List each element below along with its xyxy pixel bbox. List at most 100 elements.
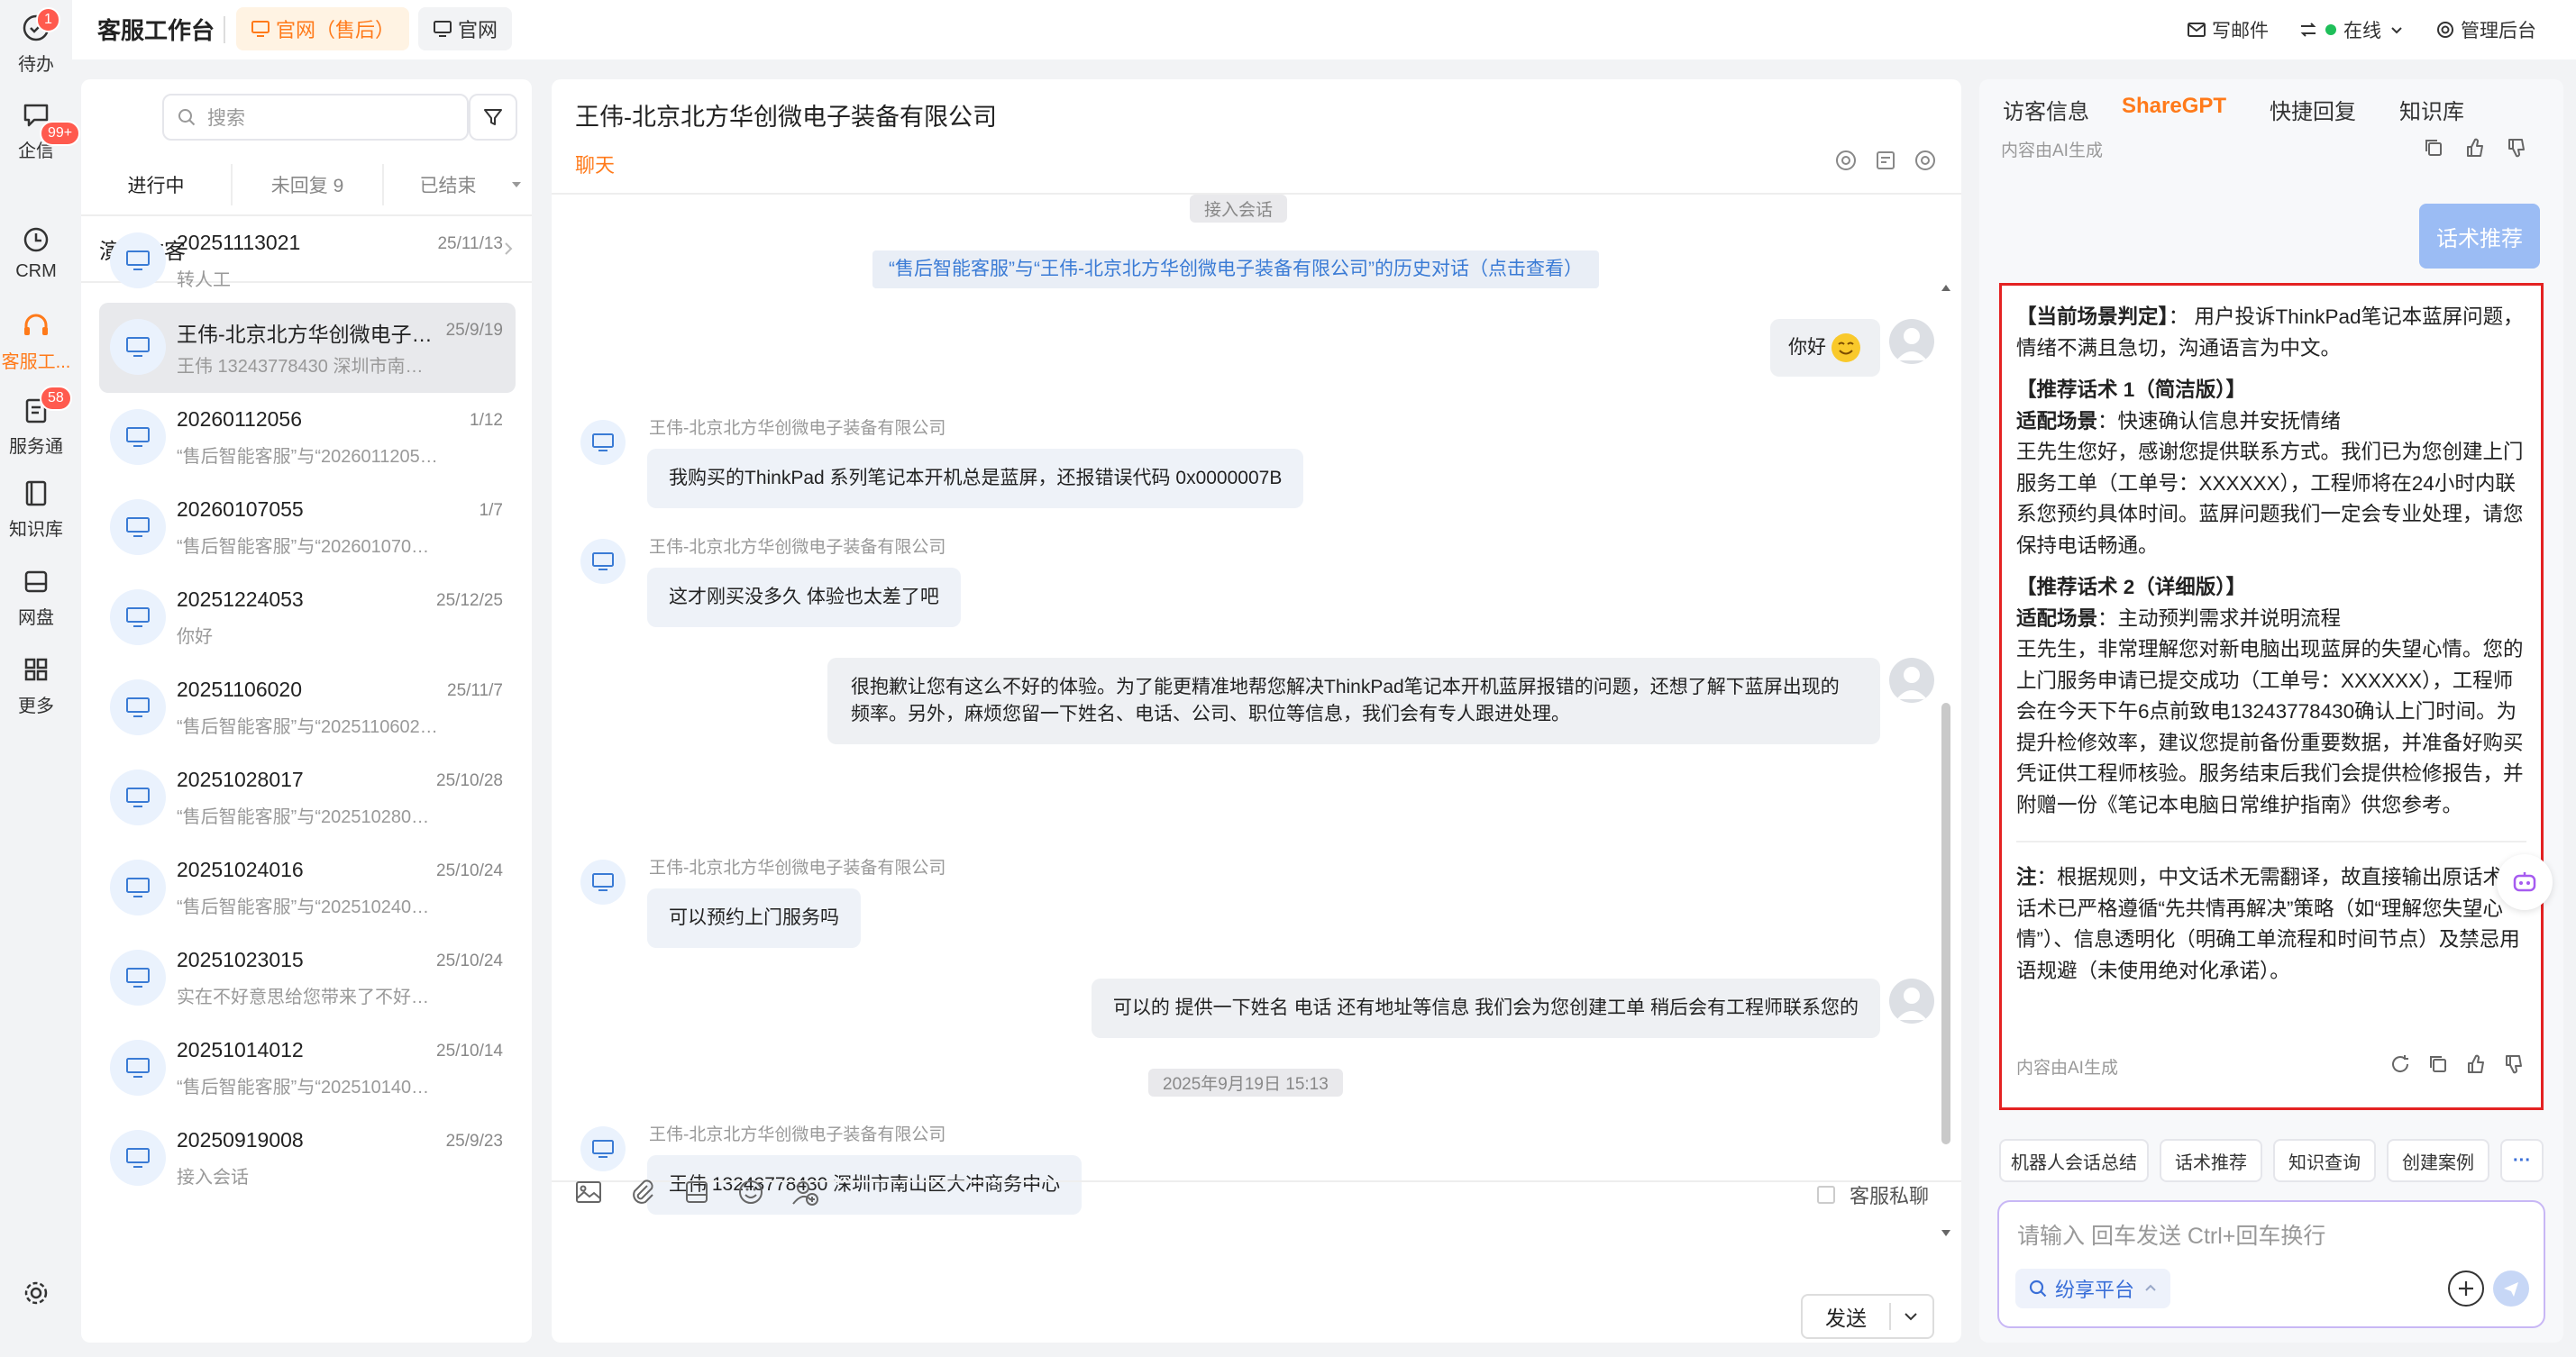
copy-icon[interactable]	[2427, 1053, 2449, 1075]
conversation-item[interactable]: 20260112056 1/12 “售后智能客服”与“20260112056”的历史…	[99, 393, 516, 483]
refresh-icon[interactable]	[2389, 1053, 2411, 1075]
ai-send-button[interactable]	[2493, 1270, 2529, 1307]
rail-item-service-desk[interactable]: 客服工...	[0, 297, 72, 384]
thumbs-up-icon[interactable]	[2465, 1053, 2487, 1075]
thumbs-up-icon[interactable]	[2464, 137, 2486, 159]
conversation-name: 20251113021	[177, 231, 301, 254]
tab-official-aftersales[interactable]: 官网（售后）	[236, 7, 410, 50]
settings-icon[interactable]	[1913, 148, 1938, 173]
note-label: 注	[2016, 866, 2037, 888]
rail-item-settings[interactable]	[0, 1252, 72, 1339]
ai-input-box[interactable]: 请输入 回车发送 Ctrl+回车换行 纷享平台	[1997, 1200, 2545, 1328]
script-suggest-button[interactable]: 话术推荐	[2160, 1139, 2262, 1182]
conversation-date: 25/10/14	[436, 1042, 503, 1061]
scroll-thumb[interactable]	[1941, 703, 1950, 1144]
add-button[interactable]	[2448, 1270, 2484, 1307]
knowledge-query-button[interactable]: 知识查询	[2273, 1139, 2376, 1182]
chevron-down-icon[interactable]	[1902, 1307, 1920, 1325]
fit-text: ：快速确认信息并安抚情绪	[2097, 409, 2342, 433]
rail-item-chat[interactable]: 企信 99+	[0, 87, 81, 173]
image-icon[interactable]	[573, 1177, 604, 1207]
more-actions-button[interactable]: ···	[2500, 1139, 2544, 1182]
conversation-item[interactable]: 20250919008 25/9/23 接入会话	[99, 1114, 516, 1204]
script-2-title-text: 【推荐话术 2（详细版）】	[2016, 576, 2247, 598]
conversation-item[interactable]: 王伟-北京北方华创微电子装备有限公司 25/9/19 王伟 13243778430 …	[99, 303, 516, 393]
tab-knowledge[interactable]: 知识库	[2399, 94, 2464, 125]
search-icon	[2029, 1280, 2047, 1298]
private-chat-toggle[interactable]: 客服私聊	[1816, 1180, 1929, 1209]
rail-item-crm[interactable]: CRM	[0, 209, 72, 296]
private-chat-checkbox[interactable]	[1816, 1186, 1835, 1204]
drive-icon[interactable]	[681, 1177, 712, 1207]
monitor-icon	[126, 517, 150, 537]
customer-avatar	[580, 539, 626, 584]
fit-text: ：主动预判需求并说明流程	[2097, 606, 2342, 630]
write-mail-button[interactable]: 写邮件	[2187, 16, 2269, 43]
emoji-icon[interactable]	[735, 1177, 766, 1207]
scroll-down-icon[interactable]	[1941, 1229, 1951, 1238]
create-case-button[interactable]: 创建案例	[2387, 1139, 2489, 1182]
suggest-script-button[interactable]: 话术推荐	[2419, 204, 2540, 269]
customer-avatar	[580, 420, 626, 465]
conversation-item[interactable]: 20251113021 25/11/13 转人工	[99, 216, 516, 306]
script-1-body: 王先生您好，感谢您提供联系方式。我们已为您创建上门服务工单（工单号：XXXXXX…	[2016, 441, 2524, 557]
attachment-icon[interactable]	[627, 1177, 658, 1207]
visitor-avatar	[110, 770, 166, 825]
send-icon	[2504, 1282, 2518, 1297]
add-user-icon[interactable]	[790, 1177, 820, 1207]
rail-item-more[interactable]: 更多	[0, 642, 72, 728]
tab-visitor-info[interactable]: 访客信息	[2003, 94, 2089, 125]
target-icon[interactable]	[1833, 148, 1859, 173]
admin-button[interactable]: 管理后台	[2435, 16, 2536, 43]
top-bar: 客服工作台 官网（售后） 官网 写邮件 在线 管理后台	[72, 0, 2576, 59]
tab-quick-reply[interactable]: 快捷回复	[2270, 94, 2356, 125]
assistant-panel: 访客信息 ShareGPT 快捷回复 知识库 内容由AI生成 话术推荐 【当前场…	[1979, 79, 2563, 1343]
robot-summary-button[interactable]: 机器人会话总结	[1999, 1139, 2149, 1182]
rail-label: 服务通	[9, 436, 63, 457]
thumbs-down-icon[interactable]	[2503, 1053, 2525, 1075]
fit-label: 适配场景	[2016, 606, 2098, 630]
thumbs-down-icon[interactable]	[2506, 137, 2527, 159]
rail-item-drive[interactable]: 网盘	[0, 553, 72, 640]
segment-unreplied[interactable]: 未回复 9	[233, 155, 382, 214]
history-link[interactable]: “售后智能客服”与“王伟-北京北方华创微电子装备有限公司”的历史对话（点击查看）	[872, 250, 1599, 288]
ai-bot-button[interactable]	[2497, 854, 2553, 910]
conversation-item[interactable]: 20251106020 25/11/7 “售后智能客服”与“20251106020”…	[99, 663, 516, 753]
composer-toolbar	[573, 1177, 820, 1207]
rail-item-todo[interactable]: 待办 1	[0, 0, 72, 87]
form-icon[interactable]	[1873, 148, 1898, 173]
tab-chat[interactable]: 聊天	[575, 150, 615, 178]
tab-official[interactable]: 官网	[418, 7, 513, 50]
system-join-notice: 接入会话	[1190, 195, 1288, 223]
online-status-dropdown[interactable]: 在线	[2298, 16, 2405, 43]
copy-icon[interactable]	[2423, 137, 2444, 159]
filter-button[interactable]	[469, 94, 517, 141]
rail-item-knowledge[interactable]: 知识库	[0, 465, 72, 551]
sender-name: 王伟-北京北方华创微电子装备有限公司	[649, 538, 946, 557]
chat-scrollbar[interactable]	[1940, 211, 1952, 1236]
script-1-title: 【推荐话术 1（简洁版）】	[2016, 375, 2526, 406]
conversation-item[interactable]: 20251024016 25/10/24 “售后智能客服”与“20251024016…	[99, 843, 516, 934]
conversation-item[interactable]: 20251028017 25/10/28 “售后智能客服”与“20251028017…	[99, 753, 516, 843]
conversation-item[interactable]: 20251023015 25/10/24 实在不好意思给您带来了不好的体验	[99, 934, 516, 1024]
conversation-item[interactable]: 20251014012 25/10/14 “售后智能客服”与“20251014012…	[99, 1024, 516, 1114]
scroll-up-icon[interactable]	[1941, 283, 1951, 292]
segment-in-progress[interactable]: 进行中	[81, 155, 231, 214]
platform-selector[interactable]: 纷享平台	[2015, 1269, 2171, 1308]
visitor-avatar	[110, 950, 166, 1006]
segment-ended[interactable]: 已结束	[384, 155, 512, 214]
drive-icon	[24, 570, 48, 592]
filter-icon	[484, 109, 502, 125]
send-button[interactable]: 发送	[1801, 1294, 1934, 1339]
monitor-icon	[251, 21, 269, 37]
ai-actions-bottom	[2389, 1053, 2525, 1075]
caret-down-icon[interactable]	[510, 178, 523, 191]
divider	[2016, 841, 2526, 842]
tab-sharegpt[interactable]: ShareGPT	[2122, 94, 2226, 119]
conversation-item[interactable]: 20260107055 1/7 “售后智能客服”与“20260107055”的历史对…	[99, 483, 516, 573]
visitor-avatar	[110, 860, 166, 915]
search-input[interactable]: 搜索	[162, 94, 469, 141]
conversation-item[interactable]: 20251224053 25/12/25 你好	[99, 573, 516, 663]
gear-icon	[24, 1281, 48, 1305]
rail-item-service[interactable]: 服务通 58	[0, 382, 72, 469]
